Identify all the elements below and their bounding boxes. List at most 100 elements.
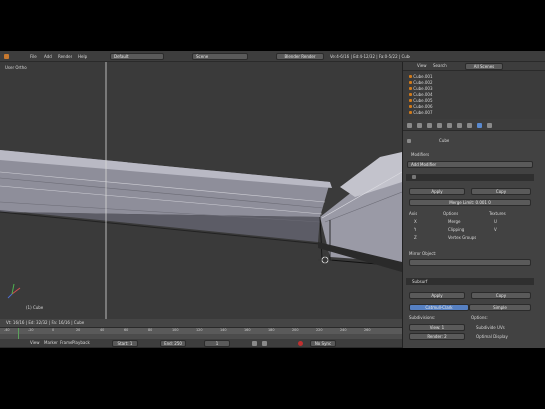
timeline-tick: 20 xyxy=(76,328,81,332)
timeline-tick: 60 xyxy=(124,328,129,332)
merge-checkbox[interactable]: Merge xyxy=(443,219,461,225)
modifier-type-icon xyxy=(412,175,416,179)
axis-x-checkbox[interactable]: X xyxy=(409,219,417,225)
list-item-label: Cube.001 xyxy=(413,74,433,79)
mirror-modifier-header[interactable] xyxy=(406,174,534,181)
mesh-icon xyxy=(409,99,412,102)
texture-tab-icon[interactable] xyxy=(487,123,492,128)
mesh-geometry xyxy=(0,62,402,319)
timeline-tick: 0 xyxy=(52,328,55,332)
mirror-object-label: Mirror Object: xyxy=(409,251,437,256)
letterbox-bottom xyxy=(0,348,545,409)
axis-z-checkbox[interactable]: Z xyxy=(409,235,417,241)
data-tab-icon[interactable] xyxy=(467,123,472,128)
copy-button[interactable]: Copy xyxy=(471,188,531,195)
apply-subsurf-button[interactable]: Apply xyxy=(409,292,465,299)
mirror-object-field[interactable] xyxy=(409,259,531,266)
timeline-header: View Marker Frame Playback Start: 1 End:… xyxy=(0,339,402,348)
menu-file[interactable]: File xyxy=(30,54,37,60)
optimal-display-checkbox[interactable]: Optimal Display xyxy=(471,334,508,340)
timeline-tick: 160 xyxy=(244,328,251,332)
properties-breadcrumb: Cube xyxy=(439,138,450,143)
simple-button[interactable]: Simple xyxy=(469,304,531,311)
current-frame-field[interactable]: 1 xyxy=(204,340,230,347)
timeline-tick: 180 xyxy=(268,328,275,332)
timeline-tick: 80 xyxy=(148,328,153,332)
scene-tab-icon[interactable] xyxy=(417,123,422,128)
timeline-tick: 260 xyxy=(364,328,371,332)
end-frame-field[interactable]: End: 250 xyxy=(160,340,186,347)
3d-viewport[interactable]: User Ortho (1) Cube xyxy=(0,62,402,319)
timeline[interactable]: -40 -20 0 20 40 60 80 100 120 140 160 18… xyxy=(0,328,402,348)
modifiers-header: Modifiers xyxy=(411,152,430,157)
mesh-icon xyxy=(409,93,412,96)
menu-add[interactable]: Add xyxy=(44,54,52,60)
list-item-label: Cube.006 xyxy=(413,104,433,109)
merge-limit-field[interactable]: Merge Limit: 0.001 0 xyxy=(409,199,531,206)
outliner-list: Cube.001 Cube.002 Cube.003 Cube.004 Cube… xyxy=(409,74,539,118)
outliner-view-menu[interactable]: View xyxy=(417,63,427,69)
timeline-tick: 220 xyxy=(316,328,323,332)
timeline-tick: -40 xyxy=(4,328,10,332)
play-icon[interactable] xyxy=(252,341,257,346)
timeline-menu-playback[interactable]: Playback xyxy=(72,340,90,346)
subsurf-modifier-header[interactable]: Subsurf xyxy=(406,278,534,285)
timeline-tick: -20 xyxy=(28,328,34,332)
constraints-tab-icon[interactable] xyxy=(447,123,452,128)
modifiers-tab-icon[interactable] xyxy=(457,123,462,128)
list-item-label: Cube.003 xyxy=(413,86,433,91)
screen-layout-select[interactable]: Default xyxy=(110,53,164,60)
timeline-tick: 200 xyxy=(292,328,299,332)
sync-select[interactable]: No Sync xyxy=(310,340,336,347)
vertex-groups-checkbox[interactable]: Vertex Groups xyxy=(443,235,476,241)
list-item-label: Cube.005 xyxy=(413,98,433,103)
keyframe-icon[interactable] xyxy=(262,341,267,346)
subdivide-uvs-checkbox[interactable]: Subdivide UVs xyxy=(471,325,505,331)
view-levels-field[interactable]: View: 1 xyxy=(409,324,465,331)
outliner-display-select[interactable]: All Scenes xyxy=(465,63,503,70)
list-item-label: Cube.007 xyxy=(413,110,433,115)
object-label: (1) Cube xyxy=(26,305,44,310)
add-modifier-button[interactable]: Add Modifier xyxy=(407,161,533,168)
options-label-2: Options: xyxy=(471,315,488,320)
outliner-search-menu[interactable]: Search xyxy=(433,63,447,69)
menu-help[interactable]: Help xyxy=(78,54,87,60)
list-item-label: Cube.002 xyxy=(413,80,433,85)
timeline-menu-marker[interactable]: Marker xyxy=(44,340,58,346)
catmull-clark-button[interactable]: Catmull-Clark xyxy=(409,304,469,311)
status-strip: Vt: 16/16 | Ed: 32/32 | Fa: 16/16 | Cube xyxy=(6,320,85,325)
scene-select[interactable]: Scene xyxy=(192,53,248,60)
material-tab-icon[interactable] xyxy=(477,123,482,128)
axis-label: Axis xyxy=(409,211,418,216)
timeline-tick: 40 xyxy=(100,328,105,332)
copy-subsurf-button[interactable]: Copy xyxy=(471,292,531,299)
textures-label: Textures xyxy=(489,211,506,216)
viewport-header: Vt: 16/16 | Ed: 32/32 | Fa: 16/16 | Cube xyxy=(0,319,402,328)
list-item-label: Cube.004 xyxy=(413,92,433,97)
record-icon[interactable] xyxy=(298,341,303,346)
axis-y-checkbox[interactable]: Y xyxy=(409,227,416,233)
blender-logo-icon[interactable] xyxy=(4,54,9,59)
menu-render[interactable]: Render xyxy=(58,54,72,60)
render-engine-select[interactable]: Blender Render xyxy=(276,53,324,60)
outliner-header: View Search All Scenes xyxy=(403,62,545,71)
timeline-tick: 120 xyxy=(196,328,203,332)
list-item[interactable]: Cube.007 xyxy=(409,110,539,116)
wrench-icon xyxy=(407,139,411,143)
start-frame-field[interactable]: Start: 1 xyxy=(112,340,138,347)
timeline-menu-frame[interactable]: Frame xyxy=(60,340,72,346)
world-tab-icon[interactable] xyxy=(427,123,432,128)
texture-v-checkbox[interactable]: V xyxy=(489,227,497,233)
timeline-menu-view[interactable]: View xyxy=(30,340,40,346)
timeline-ruler[interactable]: -40 -20 0 20 40 60 80 100 120 140 160 18… xyxy=(0,328,402,334)
object-tab-icon[interactable] xyxy=(437,123,442,128)
properties-tabs xyxy=(403,119,545,131)
mesh-icon xyxy=(409,87,412,90)
outliner: View Search All Scenes Cube.001 Cube.002… xyxy=(402,62,545,119)
clipping-checkbox[interactable]: Clipping xyxy=(443,227,464,233)
apply-button[interactable]: Apply xyxy=(409,188,465,195)
render-levels-field[interactable]: Render: 2 xyxy=(409,333,465,340)
texture-u-checkbox[interactable]: U xyxy=(489,219,497,225)
subsurf-name: Subsurf xyxy=(412,279,428,284)
render-tab-icon[interactable] xyxy=(407,123,412,128)
